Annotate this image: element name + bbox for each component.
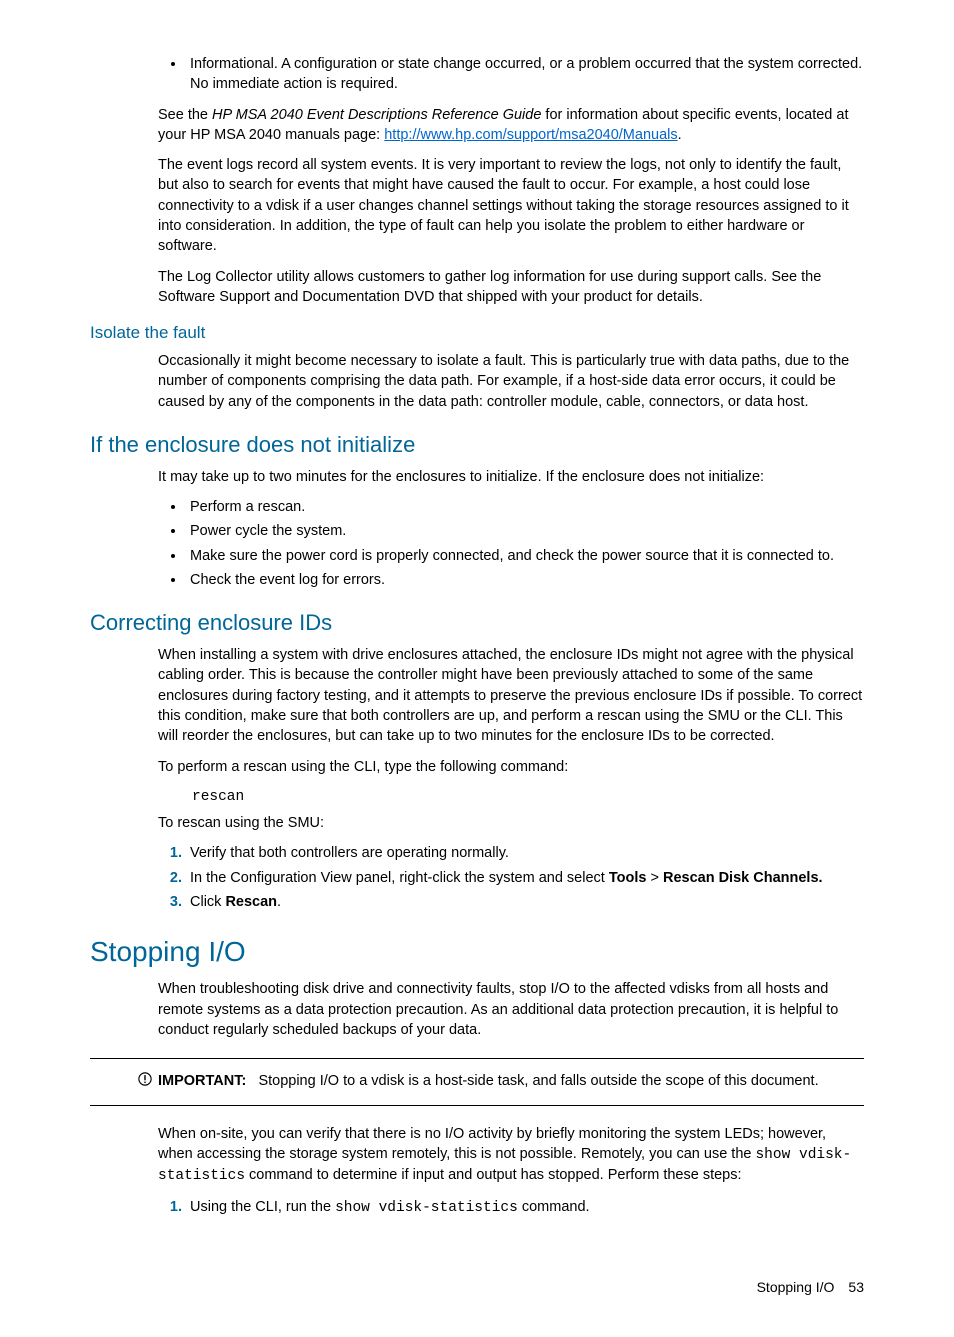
footer-page-number: 53 <box>848 1279 864 1295</box>
guide-title: HP MSA 2040 Event Descriptions Reference… <box>212 107 541 123</box>
paragraph: When troubleshooting disk drive and conn… <box>158 979 864 1040</box>
step-item: Using the CLI, run the show vdisk-statis… <box>186 1197 864 1218</box>
text: In the Configuration View panel, right-c… <box>190 870 609 886</box>
list-item: Power cycle the system. <box>186 521 864 541</box>
text: Click <box>190 894 225 910</box>
text: > <box>646 870 663 886</box>
text: command. <box>518 1199 590 1215</box>
text: . <box>678 127 682 143</box>
code-inline: show vdisk-statistics <box>335 1200 518 1216</box>
important-callout: IMPORTANT: Stopping I/O to a vdisk is a … <box>90 1058 864 1105</box>
step-item: In the Configuration View panel, right-c… <box>186 868 864 888</box>
menu-tools: Tools <box>609 870 647 886</box>
list-item: Check the event log for errors. <box>186 570 864 590</box>
important-icon <box>138 1072 152 1092</box>
paragraph: To rescan using the SMU: <box>158 813 864 833</box>
button-label-rescan: Rescan <box>225 894 277 910</box>
paragraph: When installing a system with drive encl… <box>158 645 864 746</box>
paragraph: The Log Collector utility allows custome… <box>158 267 864 308</box>
list-item: Make sure the power cord is properly con… <box>186 546 864 566</box>
list-item: Informational. A configuration or state … <box>186 54 864 95</box>
text: See the <box>158 107 212 123</box>
page-footer: Stopping I/O 53 <box>90 1278 864 1298</box>
list-item: Perform a rescan. <box>186 497 864 517</box>
paragraph: Occasionally it might become necessary t… <box>158 351 864 412</box>
paragraph: See the HP MSA 2040 Event Descriptions R… <box>158 105 864 146</box>
text: . <box>277 894 281 910</box>
heading-enclosure-initialize: If the enclosure does not initialize <box>90 430 864 461</box>
important-label: IMPORTANT: <box>158 1073 246 1089</box>
paragraph: When on-site, you can verify that there … <box>158 1124 864 1187</box>
paragraph: The event logs record all system events.… <box>158 155 864 256</box>
paragraph: To perform a rescan using the CLI, type … <box>158 757 864 777</box>
heading-isolate-fault: Isolate the fault <box>90 321 864 345</box>
important-text: Stopping I/O to a vdisk is a host-side t… <box>258 1073 818 1089</box>
code-rescan: rescan <box>192 787 864 807</box>
paragraph: It may take up to two minutes for the en… <box>158 467 864 487</box>
text: Using the CLI, run the <box>190 1199 335 1215</box>
step-item: Click Rescan. <box>186 892 864 912</box>
menu-rescan-channels: Rescan Disk Channels. <box>663 870 823 886</box>
text: command to determine if input and output… <box>245 1167 742 1183</box>
heading-correcting-ids: Correcting enclosure IDs <box>90 608 864 639</box>
manuals-link[interactable]: http://www.hp.com/support/msa2040/Manual… <box>384 127 677 143</box>
heading-stopping-io: Stopping I/O <box>90 932 864 971</box>
footer-title: Stopping I/O <box>757 1279 835 1295</box>
text: When on-site, you can verify that there … <box>158 1126 826 1162</box>
step-item: Verify that both controllers are operati… <box>186 843 864 863</box>
